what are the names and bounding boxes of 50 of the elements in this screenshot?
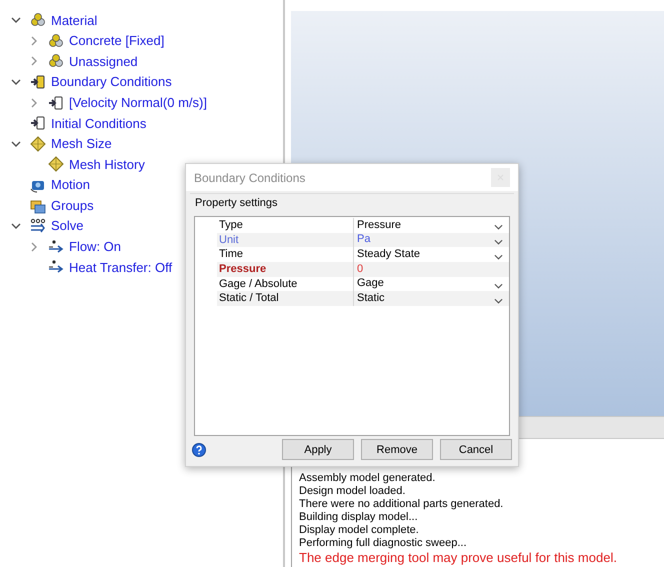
log-line: The edge merging tool may prove useful for this model. xyxy=(299,550,617,566)
log-line: Performing full diagnostic sweep... xyxy=(299,537,468,550)
box-arrow-icon xyxy=(30,115,46,132)
tree-item[interactable]: Mesh History xyxy=(69,154,145,174)
box-arrow-icon xyxy=(48,94,64,111)
tree-item[interactable]: Initial Conditions xyxy=(51,114,146,134)
tree-item[interactable]: Solve xyxy=(51,216,84,236)
help-icon[interactable] xyxy=(192,442,206,457)
tree-item[interactable]: Heat Transfer: Off xyxy=(69,258,172,278)
dialog-title: Boundary Conditions xyxy=(194,170,306,187)
group-label: Property settings xyxy=(195,196,279,212)
diamond-icon xyxy=(30,136,46,152)
diamond-icon xyxy=(48,156,64,172)
property-value[interactable]: Gage xyxy=(357,276,384,292)
tree-item[interactable]: Unassigned xyxy=(69,52,138,72)
tree-item[interactable]: Mesh Size xyxy=(51,134,112,154)
log-line: Building display model... xyxy=(299,511,419,524)
spheres-icon xyxy=(30,12,46,28)
arrow-icon xyxy=(48,259,64,276)
folder-icon xyxy=(30,198,46,214)
tree-item[interactable]: Groups xyxy=(51,196,94,216)
tree-item[interactable]: Flow: On xyxy=(69,237,122,257)
tree-item[interactable]: Concrete [Fixed] xyxy=(69,31,164,51)
dropdown-icon[interactable] xyxy=(494,254,503,260)
property-value[interactable]: Pressure xyxy=(357,218,402,233)
tree-item[interactable]: Boundary Conditions xyxy=(51,72,172,92)
tree-item[interactable]: Material xyxy=(51,10,98,30)
dropdown-icon[interactable] xyxy=(494,298,503,304)
property-value[interactable]: Pa xyxy=(357,232,370,248)
log-line: Design model loaded. xyxy=(299,485,406,498)
box-arrow-icon xyxy=(30,74,46,90)
log-line: Display model complete. xyxy=(299,524,420,537)
dialog-button[interactable]: Remove xyxy=(361,439,433,460)
tree-item[interactable]: Motion xyxy=(51,175,90,195)
property-name: Static / Total xyxy=(217,291,354,306)
spheres-icon xyxy=(48,53,64,70)
log-line: Assembly model generated. xyxy=(299,472,436,485)
dialog-button[interactable]: Cancel xyxy=(440,439,512,460)
property-value[interactable]: Steady State xyxy=(357,247,420,262)
dialog-button[interactable]: Apply xyxy=(282,439,354,460)
arrows-icon xyxy=(30,218,46,234)
arrow-icon xyxy=(48,238,64,255)
property-value[interactable]: 0 xyxy=(357,262,364,277)
tree-item[interactable]: [Velocity Normal(0 m/s)] xyxy=(69,92,207,112)
dropdown-icon[interactable] xyxy=(494,238,503,245)
dropdown-icon[interactable] xyxy=(494,224,503,230)
property-value[interactable]: Static xyxy=(357,291,385,306)
dropdown-icon[interactable] xyxy=(494,282,503,289)
log-line: There were no additional parts generated. xyxy=(299,498,504,511)
spheres-icon xyxy=(48,32,64,49)
